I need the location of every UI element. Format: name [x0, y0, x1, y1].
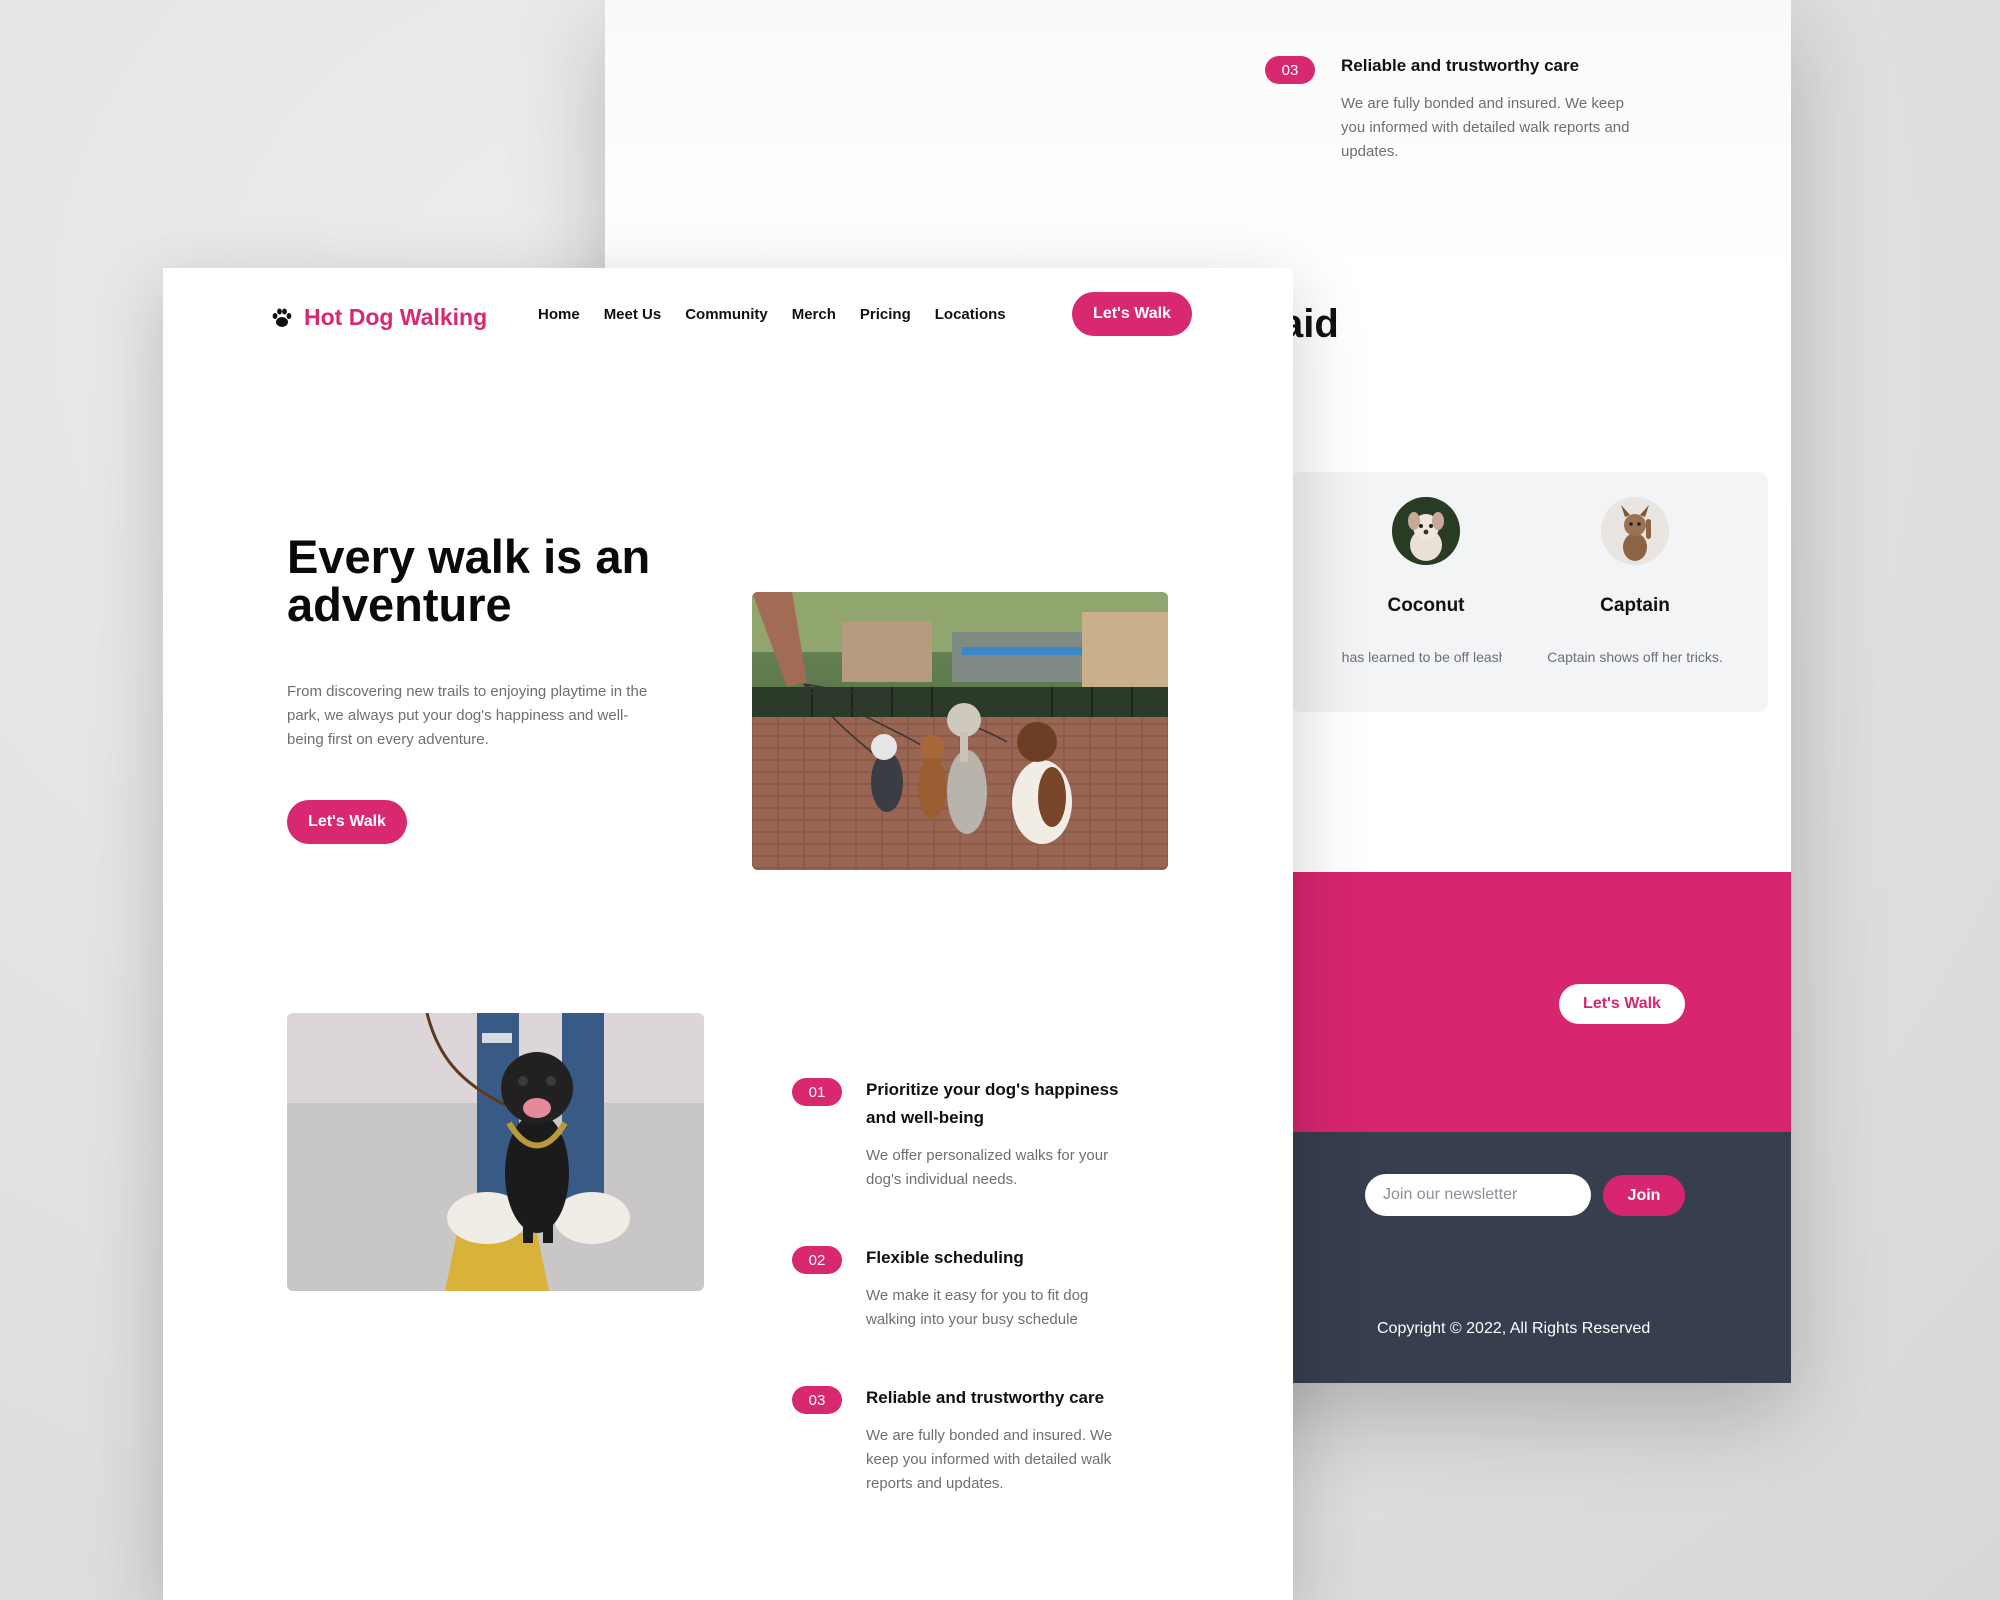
hero-title: Every walk is an adventure — [287, 530, 651, 631]
brand-name: Hot Dog Walking — [304, 304, 488, 330]
step-title: Flexible scheduling — [866, 1248, 1024, 1267]
join-button[interactable]: Join — [1603, 1175, 1685, 1216]
coconut-avatar — [1392, 497, 1460, 565]
step-2: 02 Flexible scheduling We make it easy f… — [792, 1244, 1152, 1332]
pet-name: Captain — [1600, 595, 1670, 616]
step-3: 03 Reliable and trustworthy care We are … — [792, 1384, 1152, 1496]
nav-link-home[interactable]: Home — [538, 306, 580, 323]
nav-link-meet-us[interactable]: Meet Us — [604, 306, 662, 323]
hero-dogs-photo — [752, 592, 1168, 870]
step-1: 01 Prioritize your dog's happiness and w… — [792, 1076, 1152, 1192]
back-step-title: Reliable and trustworthy care — [1341, 56, 1580, 75]
front-page: Hot Dog Walking Home Meet Us Community M… — [163, 268, 1293, 1600]
navbar: Hot Dog Walking Home Meet Us Community M… — [163, 268, 1293, 378]
step-desc: We are fully bonded and insured. We keep… — [866, 1427, 1113, 1492]
nav-cta-button[interactable]: Let's Walk — [1072, 292, 1192, 336]
newsletter-input[interactable] — [1365, 1174, 1591, 1216]
step-number: 03 — [792, 1386, 842, 1414]
nav-link-merch[interactable]: Merch — [792, 306, 836, 323]
step-title: Reliable and trustworthy care — [866, 1388, 1105, 1407]
nav-link-locations[interactable]: Locations — [935, 306, 1006, 323]
step-number: 01 — [792, 1078, 842, 1106]
paw-icon — [272, 308, 292, 327]
hero-cta-button[interactable]: Let's Walk — [287, 800, 407, 844]
step-desc: We offer personalized walks for your dog… — [866, 1147, 1109, 1188]
cta-band-button[interactable]: Let's Walk — [1559, 984, 1685, 1024]
nav-link-pricing[interactable]: Pricing — [860, 306, 911, 323]
step-desc: We make it easy for you to fit dog walki… — [866, 1287, 1089, 1328]
pet-quote: Captain shows off her tricks. — [1547, 649, 1723, 665]
nav-link-community[interactable]: Community — [685, 306, 768, 323]
back-step-desc: We are fully bonded and insured. We keep… — [1341, 95, 1630, 160]
step-title: Prioritize your dog's happiness and well… — [866, 1080, 1119, 1127]
testimonial-card-captain: Captain Captain shows off her tricks. — [1502, 472, 1768, 712]
step-number: 02 — [792, 1246, 842, 1274]
nav-links: Home Meet Us Community Merch Pricing Loc… — [538, 306, 1030, 323]
captain-avatar — [1601, 497, 1669, 565]
pug-photo — [287, 1013, 704, 1291]
brand-logo[interactable]: Hot Dog Walking — [270, 304, 487, 331]
copyright-text: Copyright © 2022, All Rights Reserved — [1377, 1320, 1651, 1337]
back-step-3: 03 Reliable and trustworthy care We are … — [1265, 52, 1641, 164]
hero-text: From discovering new trails to enjoying … — [287, 683, 648, 748]
back-step-number: 03 — [1265, 56, 1315, 84]
